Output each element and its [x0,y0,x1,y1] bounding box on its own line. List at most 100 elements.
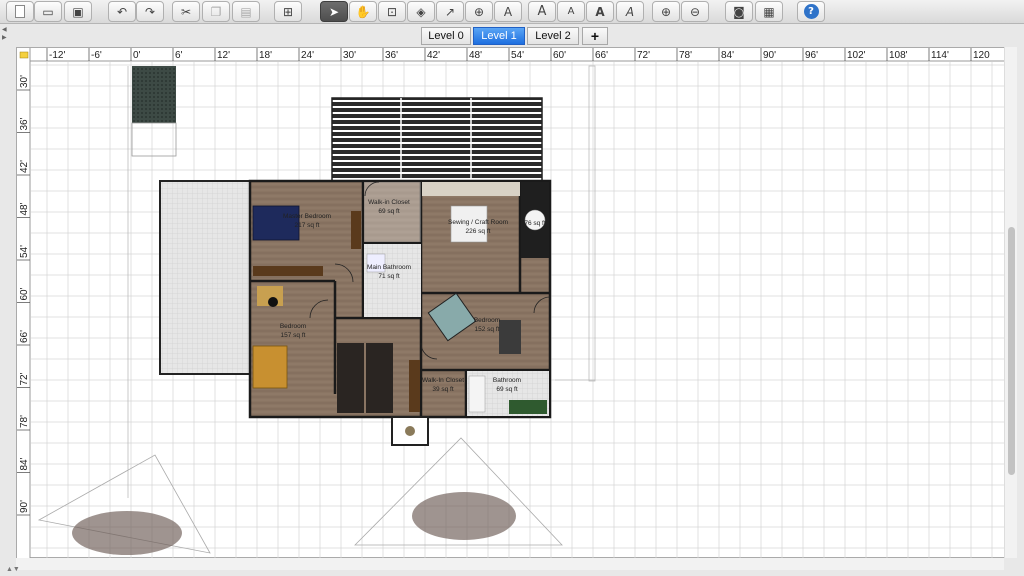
room-area-label[interactable]: 71 sq ft [378,273,400,280]
bath-vanity[interactable] [509,400,547,414]
room-area-label[interactable]: 69 sq ft [496,386,518,393]
bathtub[interactable] [468,375,486,413]
ruler-tick-label: 18' [259,50,272,61]
garage[interactable] [159,180,251,375]
folder-icon[interactable] [19,51,29,59]
pan-mode-icon: ✋ [355,4,371,19]
increase-text-size-button[interactable]: A [528,1,556,22]
room-area-label[interactable]: 157 sq ft [281,332,306,339]
room-area-label[interactable]: 226 sq ft [466,228,491,235]
main-toolbar: ▭ ▣ ↶ ↷ ✂ ❐ ▤ ⊞ ➤ ✋ ⊡ ◈ ↗ ⊕ A A A A A ⊕ ⊖ ◙ ▦? [0,0,1024,24]
master-bed[interactable] [252,205,300,241]
decrease-text-size-icon: A [567,5,575,17]
ruler-tick-label: 102' [847,50,866,61]
ruler-tick-label: 84' [19,457,30,470]
zoom-in-button[interactable]: ⊕ [652,1,680,22]
ruler-tick-label: 108' [889,50,908,61]
ruler-tick-label: 90' [763,50,776,61]
top-ruler: -12' -6' 0' 6' 12' 18' 24' 30' 36' 42' 48' 54' 60' 66… [17,48,1005,62]
save-button[interactable]: ▣ [64,1,92,22]
floor-plan-canvas[interactable]: -12' -6' 0' 6' 12' 18' 24' 30' 36' 42' 48' 54' 60' 66… [17,48,1005,559]
desk-chair[interactable] [268,297,278,307]
bedroom-bed[interactable] [252,345,288,389]
add-level-button[interactable]: + [582,27,608,45]
left-ruler: 30' 36' 42' 48' 54' 60' 66' 72' 78' 84' 90' [17,48,31,559]
create-dimensions-button[interactable]: ⊕ [465,1,493,22]
master-tv-stand[interactable] [351,211,361,249]
craft-counter[interactable] [422,182,520,196]
ruler-tick-label: 30' [343,50,356,61]
open-icon: ▭ [42,4,54,19]
room-name-label[interactable]: Bathroom [493,377,521,384]
zoom-out-button[interactable]: ⊖ [681,1,709,22]
room-name-label[interactable]: Bedroom [474,317,500,324]
room-name-label[interactable]: Main Bathroom [367,264,411,271]
fence-right [588,65,596,382]
cut-button[interactable]: ✂ [172,1,200,22]
pan-mode-button[interactable]: ✋ [349,1,377,22]
ruler-tick-label: 0' [133,50,141,61]
cut-icon: ✂ [180,4,192,19]
room-area-label[interactable]: 39 sq ft [432,386,454,393]
create-rooms-button[interactable]: ◈ [407,1,435,22]
porch-planter[interactable] [405,426,415,436]
open-button[interactable]: ▭ [34,1,62,22]
room-name-label[interactable]: Bedroom [280,323,306,330]
add-text-button[interactable]: A [494,1,522,22]
room-area-label[interactable]: 152 sq ft [475,326,500,333]
deck[interactable] [331,97,543,182]
ruler-tick-label: 48' [469,50,482,61]
bold-text-button[interactable]: A [586,1,614,22]
room-name-label[interactable]: Walk-In Closet [422,377,464,384]
increase-text-size-icon: A [537,4,547,19]
decrease-text-size-button[interactable]: A [557,1,585,22]
ruler-tick-label: 42' [19,160,30,173]
bedroom-rug[interactable] [499,320,521,354]
room-area-label[interactable]: 76 sq ft [524,220,546,227]
redo-button[interactable]: ↷ [136,1,164,22]
undo-button[interactable]: ↶ [108,1,136,22]
ruler-tick-label: 12' [217,50,230,61]
ruler-tick-label: 30' [19,75,30,88]
add-text-icon: A [503,4,513,19]
tree-left[interactable] [37,454,211,555]
tree-center[interactable] [354,437,563,546]
ruler-tick-label: 84' [721,50,734,61]
room-name-label[interactable]: Walk-in Closet [368,199,410,206]
create-polylines-button[interactable]: ↗ [436,1,464,22]
tab-level-2[interactable]: Level 2 [527,27,579,45]
ruler-tick-label: 36' [19,117,30,130]
bold-text-icon: A [595,4,605,19]
select-mode-button[interactable]: ➤ [320,1,348,22]
room-area-label[interactable]: 69 sq ft [378,208,400,215]
collapse-bottom-arrows[interactable]: ▲▼ [6,566,20,573]
plan-view[interactable]: -12' -6' 0' 6' 12' 18' 24' 30' 36' 42' 48' 54' 60' 66… [16,47,1016,559]
ruler-tick-label: 78' [19,415,30,428]
tab-level-1[interactable]: Level 1 [473,27,525,45]
add-furniture-button[interactable]: ⊞ [274,1,302,22]
create-dimensions-icon: ⊕ [473,4,485,19]
room-name-label[interactable]: Master Bedroom [283,213,331,220]
ruler-tick-label: 90' [19,500,30,513]
new-document-button[interactable] [6,1,34,22]
dresser[interactable] [253,266,323,276]
room-name-label[interactable]: Sewing / Craft Room [448,219,508,226]
sweet-home-window: ▭ ▣ ↶ ↷ ✂ ❐ ▤ ⊞ ➤ ✋ ⊡ ◈ ↗ ⊕ A A A A A ⊕ ⊖ ◙ ▦? ◀ ▶ Level 0 Leve… [0,0,1024,576]
italic-text-button[interactable]: A [616,1,644,22]
ruler-tick-label: 48' [19,202,30,215]
room-area-label[interactable]: 217 sq ft [295,222,320,229]
create-photo-button[interactable]: ◙ [725,1,753,22]
hall-bench[interactable] [409,360,420,412]
paste-button[interactable]: ▤ [232,1,260,22]
help-button[interactable]: ? [797,1,825,22]
create-video-button[interactable]: ▦ [755,1,783,22]
new-document-icon [15,5,25,18]
vertical-scrollbar[interactable] [1004,47,1017,558]
shed-roof[interactable] [132,66,176,123]
tab-level-0[interactable]: Level 0 [421,27,471,45]
create-walls-button[interactable]: ⊡ [378,1,406,22]
save-icon: ▣ [72,4,84,19]
vertical-scroll-thumb[interactable] [1008,227,1015,475]
copy-button[interactable]: ❐ [202,1,230,22]
create-rooms-icon: ◈ [416,4,426,19]
